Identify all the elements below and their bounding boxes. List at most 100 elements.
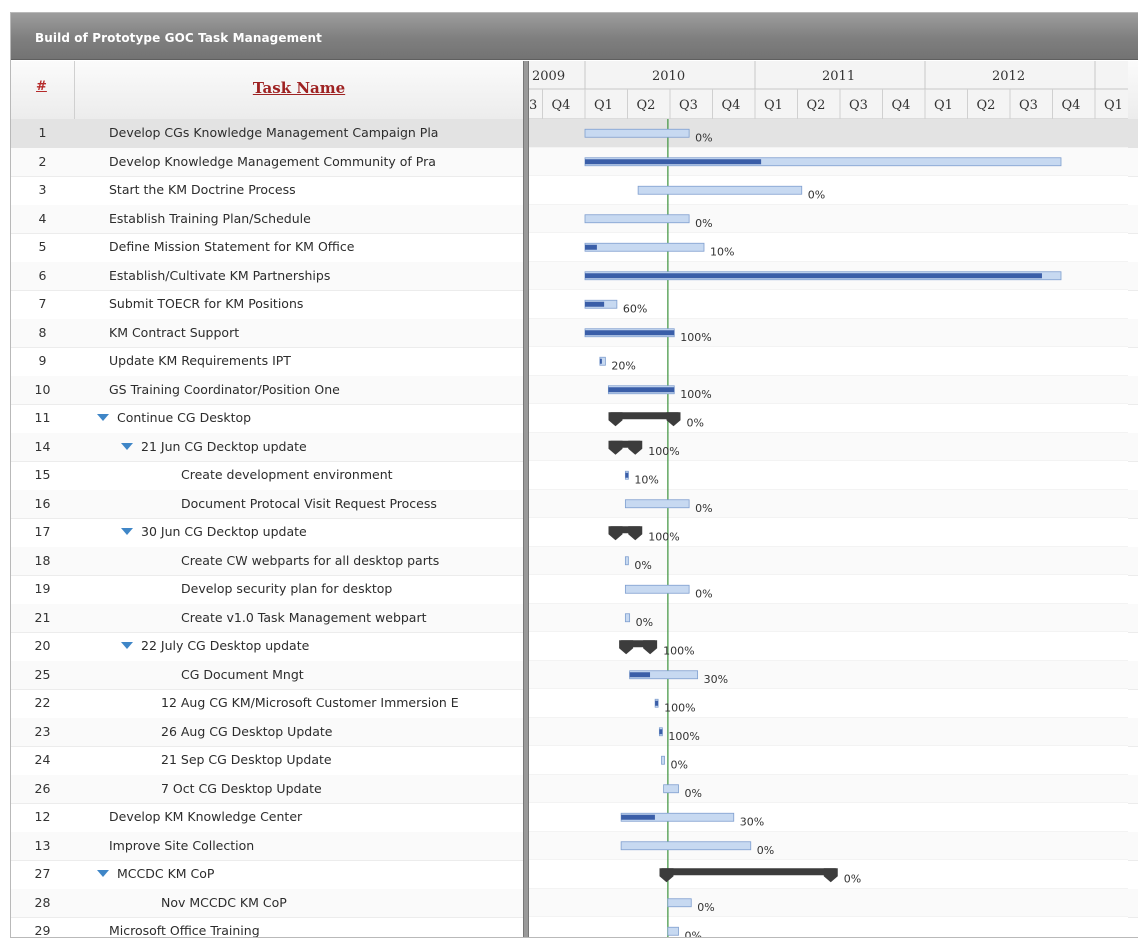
quarter-label: Q1 xyxy=(934,98,953,113)
quarter-label: Q4 xyxy=(1062,98,1081,113)
task-row-number: 16 xyxy=(34,495,51,511)
chart-row-bg xyxy=(528,831,1128,860)
task-name-text: 12 Aug CG KM/Microsoft Customer Immersio… xyxy=(161,695,459,710)
pane-splitter[interactable] xyxy=(523,61,529,937)
task-name-text: 21 Sep CG Desktop Update xyxy=(161,752,332,767)
percent-complete-label: 0% xyxy=(757,844,774,857)
task-row-number: 23 xyxy=(34,723,51,739)
collapse-triangle-icon[interactable] xyxy=(97,414,109,421)
task-row-name: MCCDC KM CoP xyxy=(97,866,521,881)
task-row-name: Develop security plan for desktop xyxy=(181,581,521,596)
task-name-text: KM Contract Support xyxy=(109,324,240,340)
task-name-text: 26 Aug CG Desktop Update xyxy=(161,723,333,739)
quarter-label: Q4 xyxy=(552,98,571,113)
percent-complete-label: 60% xyxy=(623,302,647,315)
task-row-name: Create v1.0 Task Management webpart xyxy=(181,610,521,625)
task-row-number: 6 xyxy=(38,267,47,283)
percent-complete-label: 0% xyxy=(697,901,714,914)
window-title: Build of Prototype GOC Task Management xyxy=(35,31,322,45)
quarter-label: Q1 xyxy=(764,98,783,113)
task-name-text: 21 Jun CG Decktop update xyxy=(141,438,307,454)
chart-row-bg xyxy=(528,717,1128,746)
task-row-name: 26 Aug CG Desktop Update xyxy=(161,724,521,739)
percent-complete-label: 0% xyxy=(808,188,825,201)
percent-complete-label: 0% xyxy=(844,872,861,885)
task-bar xyxy=(584,242,705,252)
collapse-triangle-icon[interactable] xyxy=(121,442,133,450)
task-row-number: 9 xyxy=(38,353,47,368)
task-name-text: Continue CG Desktop xyxy=(117,410,252,425)
chart-row-bg xyxy=(528,632,1128,661)
task-progress-bar xyxy=(585,330,675,336)
task-row-number: 24 xyxy=(34,752,51,767)
task-bar xyxy=(667,926,679,936)
percent-complete-label: 10% xyxy=(634,473,658,486)
task-bar xyxy=(624,613,631,623)
chart-row-bg xyxy=(528,888,1128,917)
task-row-number: 26 xyxy=(34,780,51,796)
collapse-triangle-icon[interactable] xyxy=(97,870,109,877)
chart-row-bg xyxy=(528,603,1128,632)
task-row-number: 18 xyxy=(34,552,51,568)
percent-complete-label: 0% xyxy=(671,758,688,771)
task-progress-bar xyxy=(585,301,605,307)
task-row-number: 15 xyxy=(34,467,51,482)
task-row-name: 21 Jun CG Decktop update xyxy=(121,439,521,454)
percent-complete-label: 100% xyxy=(648,445,679,458)
task-progress-bar xyxy=(621,814,655,820)
collapse-triangle-icon[interactable] xyxy=(121,642,133,649)
percent-complete-label: 0% xyxy=(695,502,712,515)
year-label: 2012 xyxy=(992,69,1025,84)
task-name-text: GS Training Coordinator/Position One xyxy=(109,381,340,397)
task-progress-bar xyxy=(608,387,675,393)
task-name-text: 7 Oct CG Desktop Update xyxy=(161,780,322,796)
task-bar xyxy=(624,584,690,594)
task-row-name: Continue CG Desktop xyxy=(97,410,521,425)
collapse-triangle-icon[interactable] xyxy=(121,528,133,535)
task-row-number: 10 xyxy=(34,381,51,397)
chart-row-bg xyxy=(528,461,1128,490)
column-header-task-name-label: Task Name xyxy=(252,79,346,97)
task-row-name: Update KM Requirements IPT xyxy=(109,353,521,368)
percent-complete-label: 100% xyxy=(663,644,694,657)
column-header-task-name[interactable]: Task Name xyxy=(75,61,523,119)
task-name-text: Create CW webparts for all desktop parts xyxy=(181,552,440,568)
percent-complete-label: 10% xyxy=(710,245,734,258)
task-row-number: 3 xyxy=(38,182,47,197)
task-row-number: 2 xyxy=(38,153,47,169)
task-bar xyxy=(637,185,803,195)
task-name-text: Develop CGs Knowledge Management Campaig… xyxy=(109,125,439,140)
task-row-number: 5 xyxy=(38,239,47,254)
task-row-number: 19 xyxy=(34,581,51,596)
task-name-text: 30 Jun CG Decktop update xyxy=(141,524,307,539)
task-row-name: 22 July CG Desktop update xyxy=(121,638,521,653)
chart-row-bg xyxy=(528,546,1128,575)
task-name-text: 22 July CG Desktop update xyxy=(141,638,310,653)
task-bar xyxy=(620,841,752,851)
quarter-label: Q4 xyxy=(722,98,741,113)
task-row-name: GS Training Coordinator/Position One xyxy=(109,382,521,397)
task-row-number: 27 xyxy=(34,866,51,881)
percent-complete-label: 0% xyxy=(634,559,651,572)
task-progress-bar xyxy=(625,472,629,478)
task-name-text: Start the KM Doctrine Process xyxy=(109,182,296,197)
task-row-name: 7 Oct CG Desktop Update xyxy=(161,781,521,796)
percent-complete-label: 0% xyxy=(695,217,712,230)
task-row-name: CG Document Mngt xyxy=(181,667,521,682)
quarter-label: Q2 xyxy=(807,98,826,113)
percent-complete-label: 30% xyxy=(704,673,728,686)
year-label: 2009 xyxy=(532,69,565,84)
task-progress-bar xyxy=(659,729,663,735)
task-row-number: 21 xyxy=(34,609,51,625)
quarter-label: Q2 xyxy=(637,98,656,113)
percent-complete-label: 100% xyxy=(664,701,695,714)
task-progress-bar xyxy=(585,244,597,250)
task-progress-bar xyxy=(629,672,651,678)
task-bar xyxy=(584,214,690,224)
quarter-label: Q3 xyxy=(679,98,698,113)
quarter-label: Q3 xyxy=(1019,98,1038,113)
task-name-text: Create v1.0 Task Management webpart xyxy=(181,609,427,625)
quarter-label: Q1 xyxy=(1104,98,1123,113)
column-header-number[interactable]: # xyxy=(11,61,75,119)
chart-row-bg xyxy=(528,774,1128,803)
